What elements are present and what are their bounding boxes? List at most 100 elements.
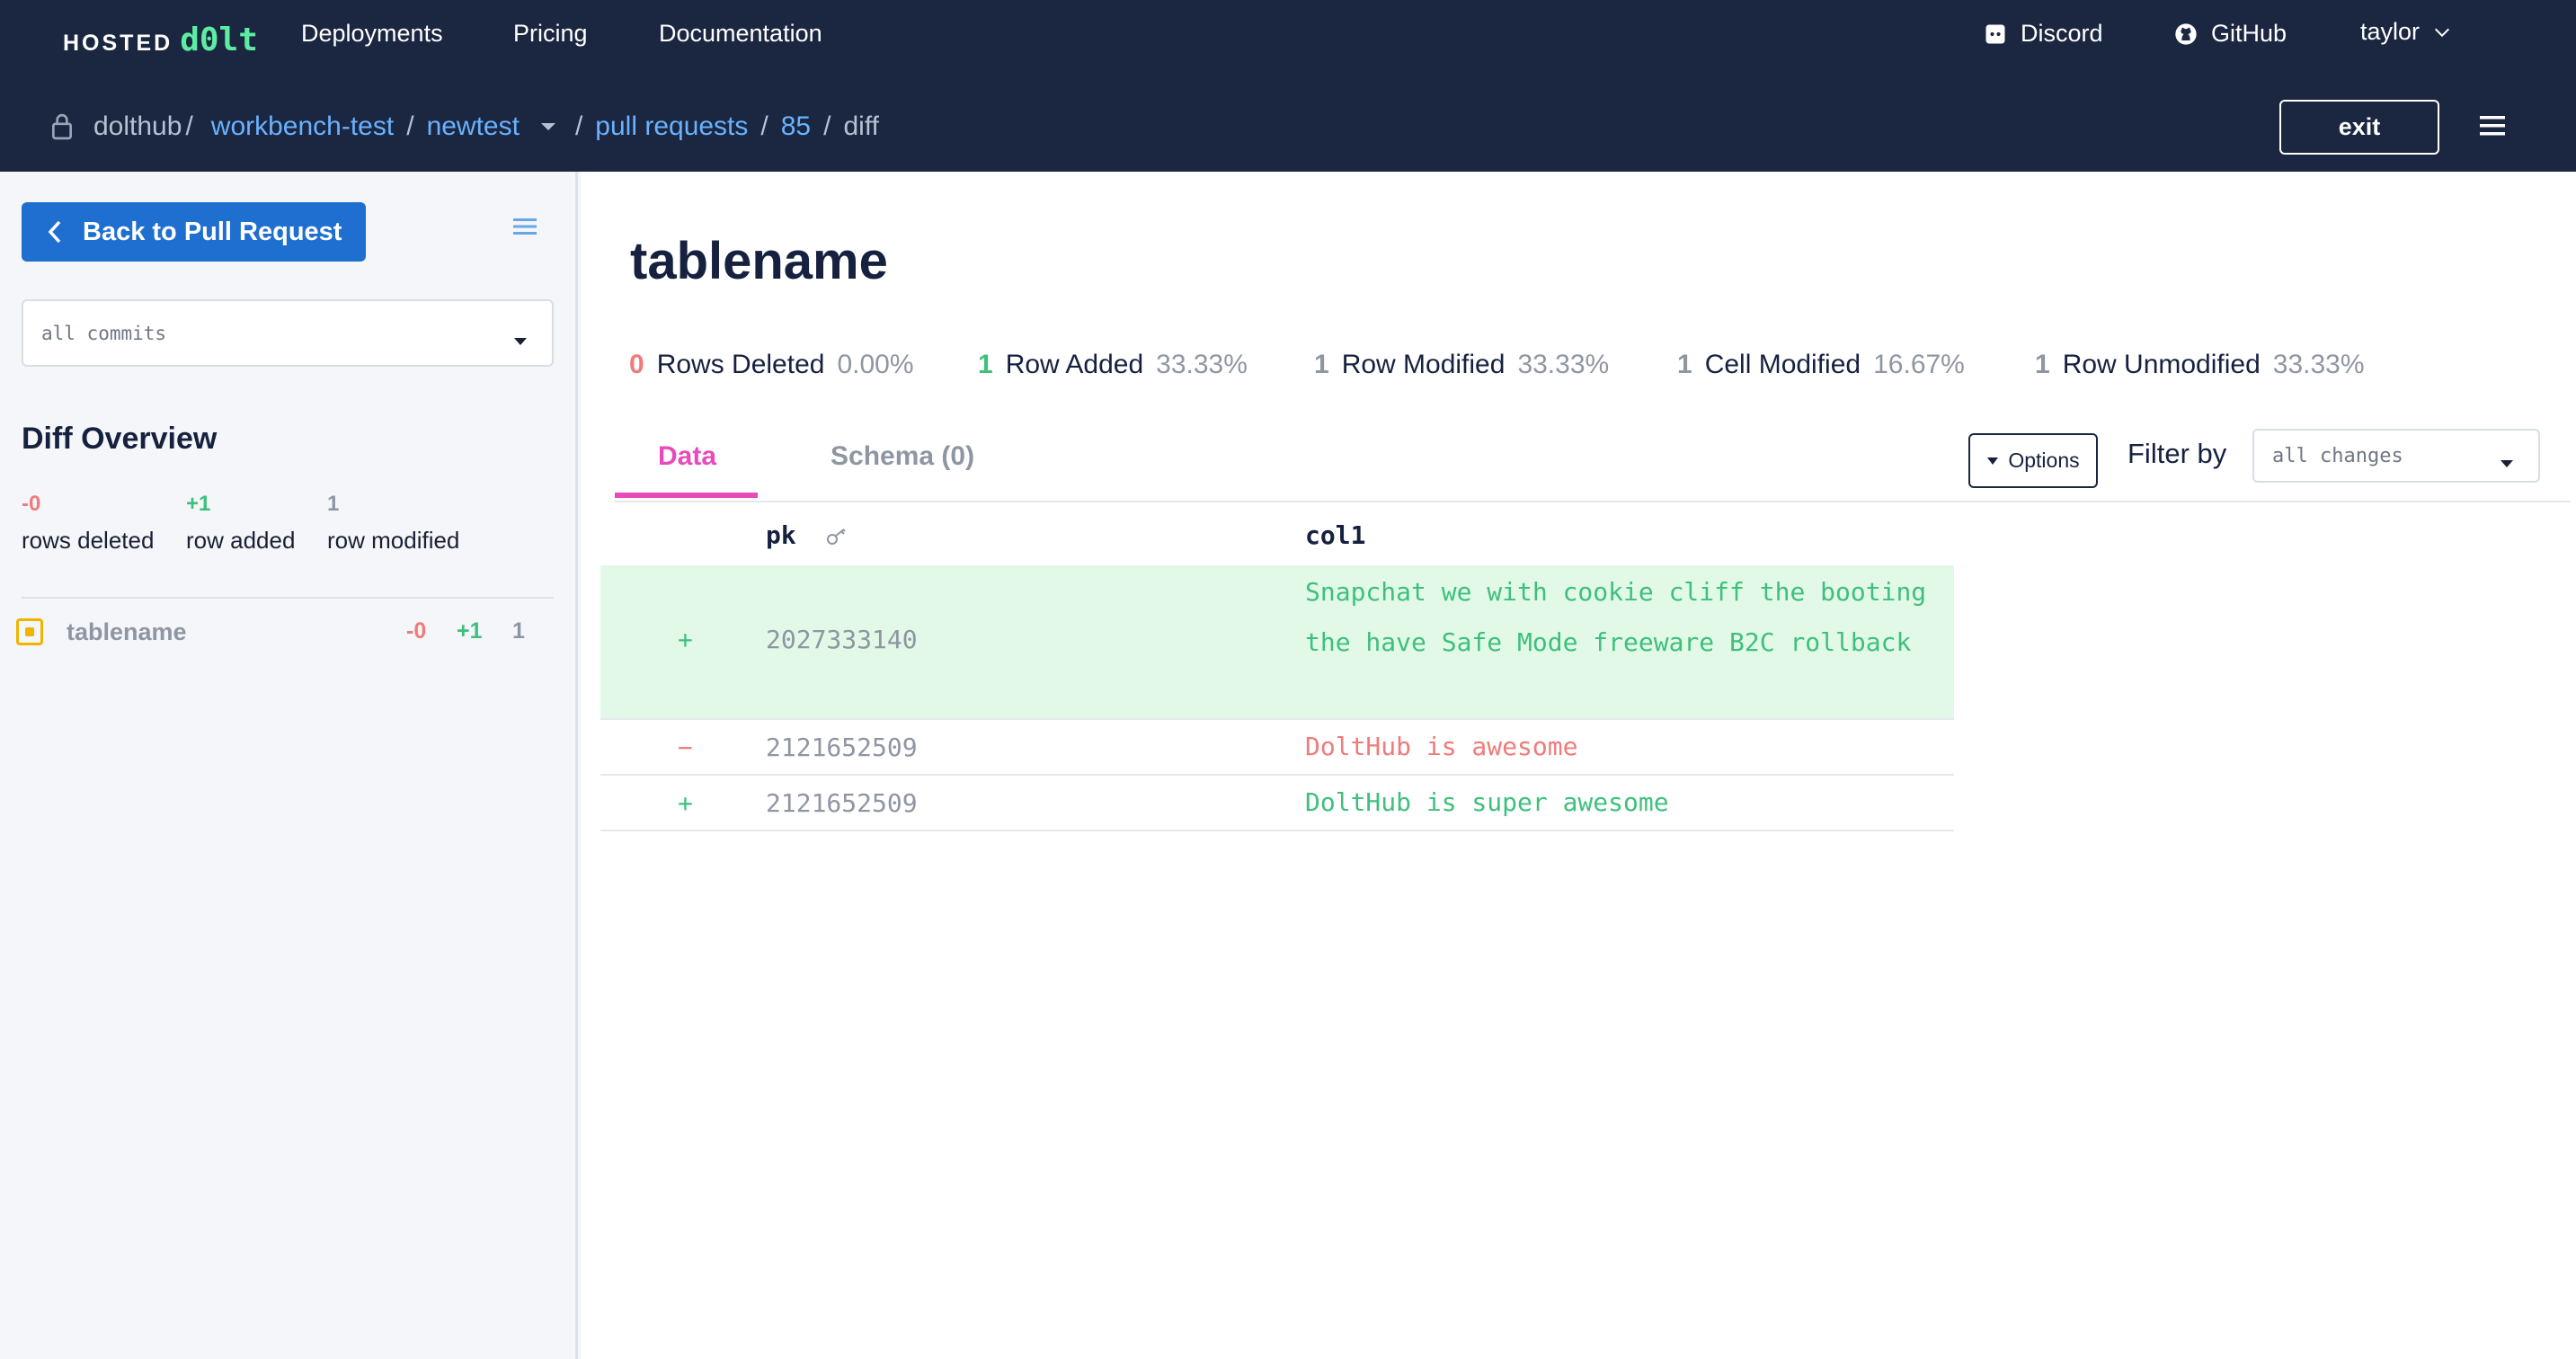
exit-button[interactable]: exit [2279,100,2439,155]
sidebar-table-item[interactable]: tablename -0 +1 1 [16,614,555,650]
user-name: taylor [2360,18,2421,45]
stat-number: 1 [1314,350,1329,379]
table-row[interactable]: − 2121652509 DoltHub is awesome [600,720,1954,776]
filter-select[interactable]: all changes [2252,429,2540,483]
row-change-mark: + [678,625,693,654]
breadcrumb-branch[interactable]: newtest [427,111,520,142]
breadcrumb-database[interactable]: workbench-test [211,111,394,142]
stat-percent: 33.33% [2272,350,2365,379]
breadcrumb-separator: / [185,111,193,141]
key-icon [824,526,849,547]
row-change-mark: + [678,788,693,818]
breadcrumb-pr-number[interactable]: 85 [781,111,811,142]
table-deleted-count: -0 [406,618,427,644]
back-to-pull-request-button[interactable]: Back to Pull Request [22,202,366,262]
sidebar-divider [22,597,554,599]
stat-number: 0 [629,350,644,379]
row-col1: DoltHub is awesome [1305,732,1578,761]
row-pk: 2121652509 [766,788,918,818]
discord-link[interactable]: Discord [1983,20,2103,48]
stat-label: Rows Deleted [656,350,825,379]
nav-deployments[interactable]: Deployments [301,20,443,48]
stat-label: Row Added [1005,350,1144,379]
hosted-dolt-logo[interactable]: HOSTED d0lt [63,22,258,58]
discord-label: Discord [2021,20,2103,47]
stat-label: Row Modified [1341,350,1506,379]
lock-icon [50,113,74,140]
filter-select-value: all changes [2272,444,2403,467]
breadcrumb-separator: / [406,111,414,141]
options-label: Options [2008,449,2080,472]
table-modified-count: 1 [512,618,525,644]
breadcrumb-separator: / [760,111,768,141]
page-title: tablename [630,232,888,290]
sidebar: Back to Pull Request all commits Diff Ov… [0,172,578,1359]
user-menu[interactable]: taylor [2360,18,2452,46]
table-row[interactable]: + 2121652509 DoltHub is super awesome [600,776,1954,831]
overview-deleted-count: -0 [22,492,41,516]
branch-caret-down-icon[interactable] [539,120,557,133]
breadcrumb-current-page: diff [843,111,879,141]
table-added-count: +1 [457,618,483,644]
row-pk: 2121652509 [766,733,918,762]
overview-modified-count: 1 [327,492,340,516]
diff-overview-title: Diff Overview [22,422,218,456]
stat-row-modified: 1 Row Modified 33.33% [1314,350,1609,380]
chevron-down-icon [2432,22,2452,42]
breadcrumb-separator: / [574,111,583,141]
row-change-mark: − [678,733,693,762]
tab-schema[interactable]: Schema (0) [831,441,974,472]
logo-hosted-text: HOSTED [63,31,173,56]
back-button-label: Back to Pull Request [83,217,342,246]
nav-documentation[interactable]: Documentation [659,20,822,48]
stat-percent: 33.33% [1517,350,1610,379]
caret-down-icon [512,330,529,351]
github-link[interactable]: GitHub [2173,20,2287,48]
row-col1: Snapchat we with cookie cliff the bootin… [1305,577,1927,657]
github-icon [2173,22,2198,47]
caret-down-icon [1986,457,1999,466]
github-label: GitHub [2211,20,2287,47]
stat-percent: 16.67% [1873,350,1965,379]
table-row[interactable]: + 2027333140 Snapchat we with cookie cli… [600,565,1954,720]
column-header-col1[interactable]: col1 [1305,520,1365,550]
active-tab-indicator [615,493,758,498]
main-content: tablename 0 Rows Deleted 0.00% 1 Row Add… [581,172,2576,1359]
logo-dolt-text: d0lt [180,22,258,58]
column-header-pk[interactable]: pk [766,520,849,550]
overview-added-label: row added [186,527,296,554]
stat-cell-modified: 1 Cell Modified 16.67% [1677,350,1965,380]
filter-by-label: Filter by [2127,438,2227,469]
stat-percent: 33.33% [1156,350,1248,379]
tabs-divider [615,501,2571,502]
overview-modified-label: row modified [327,527,460,554]
chevron-left-icon [47,219,63,244]
breadcrumb-pull-requests[interactable]: pull requests [595,111,748,142]
breadcrumb-owner[interactable]: dolthub [93,111,182,142]
modified-table-icon [16,618,43,645]
commit-select[interactable]: all commits [22,299,554,367]
row-col1: DoltHub is super awesome [1305,787,1669,817]
stat-percent: 0.00% [837,350,914,379]
stat-row-unmodified: 1 Row Unmodified 33.33% [2035,350,2365,380]
breadcrumb-separator: / [823,111,831,141]
discord-icon [1983,22,2008,47]
top-nav-bar: HOSTED d0lt Deployments Pricing Document… [0,0,2576,172]
sidebar-table-name: tablename [67,617,187,645]
breadcrumb: dolthub / workbench-test / newtest / pul… [50,108,879,146]
stat-label: Cell Modified [1704,350,1861,379]
nav-pricing[interactable]: Pricing [513,20,588,48]
overview-added-count: +1 [186,492,211,516]
options-button[interactable]: Options [1968,433,2098,488]
stat-number: 1 [978,350,993,379]
column-header-pk-label: pk [766,520,796,550]
stat-number: 1 [1677,350,1692,379]
tab-data[interactable]: Data [658,441,716,472]
row-pk: 2027333140 [766,625,918,654]
stat-row-added: 1 Row Added 33.33% [978,350,1248,380]
hamburger-menu-icon[interactable] [2477,113,2509,143]
commit-select-value: all commits [41,322,167,344]
caret-down-icon [2499,452,2515,475]
stat-rows-deleted: 0 Rows Deleted 0.00% [629,350,914,380]
list-menu-icon[interactable] [511,215,539,243]
